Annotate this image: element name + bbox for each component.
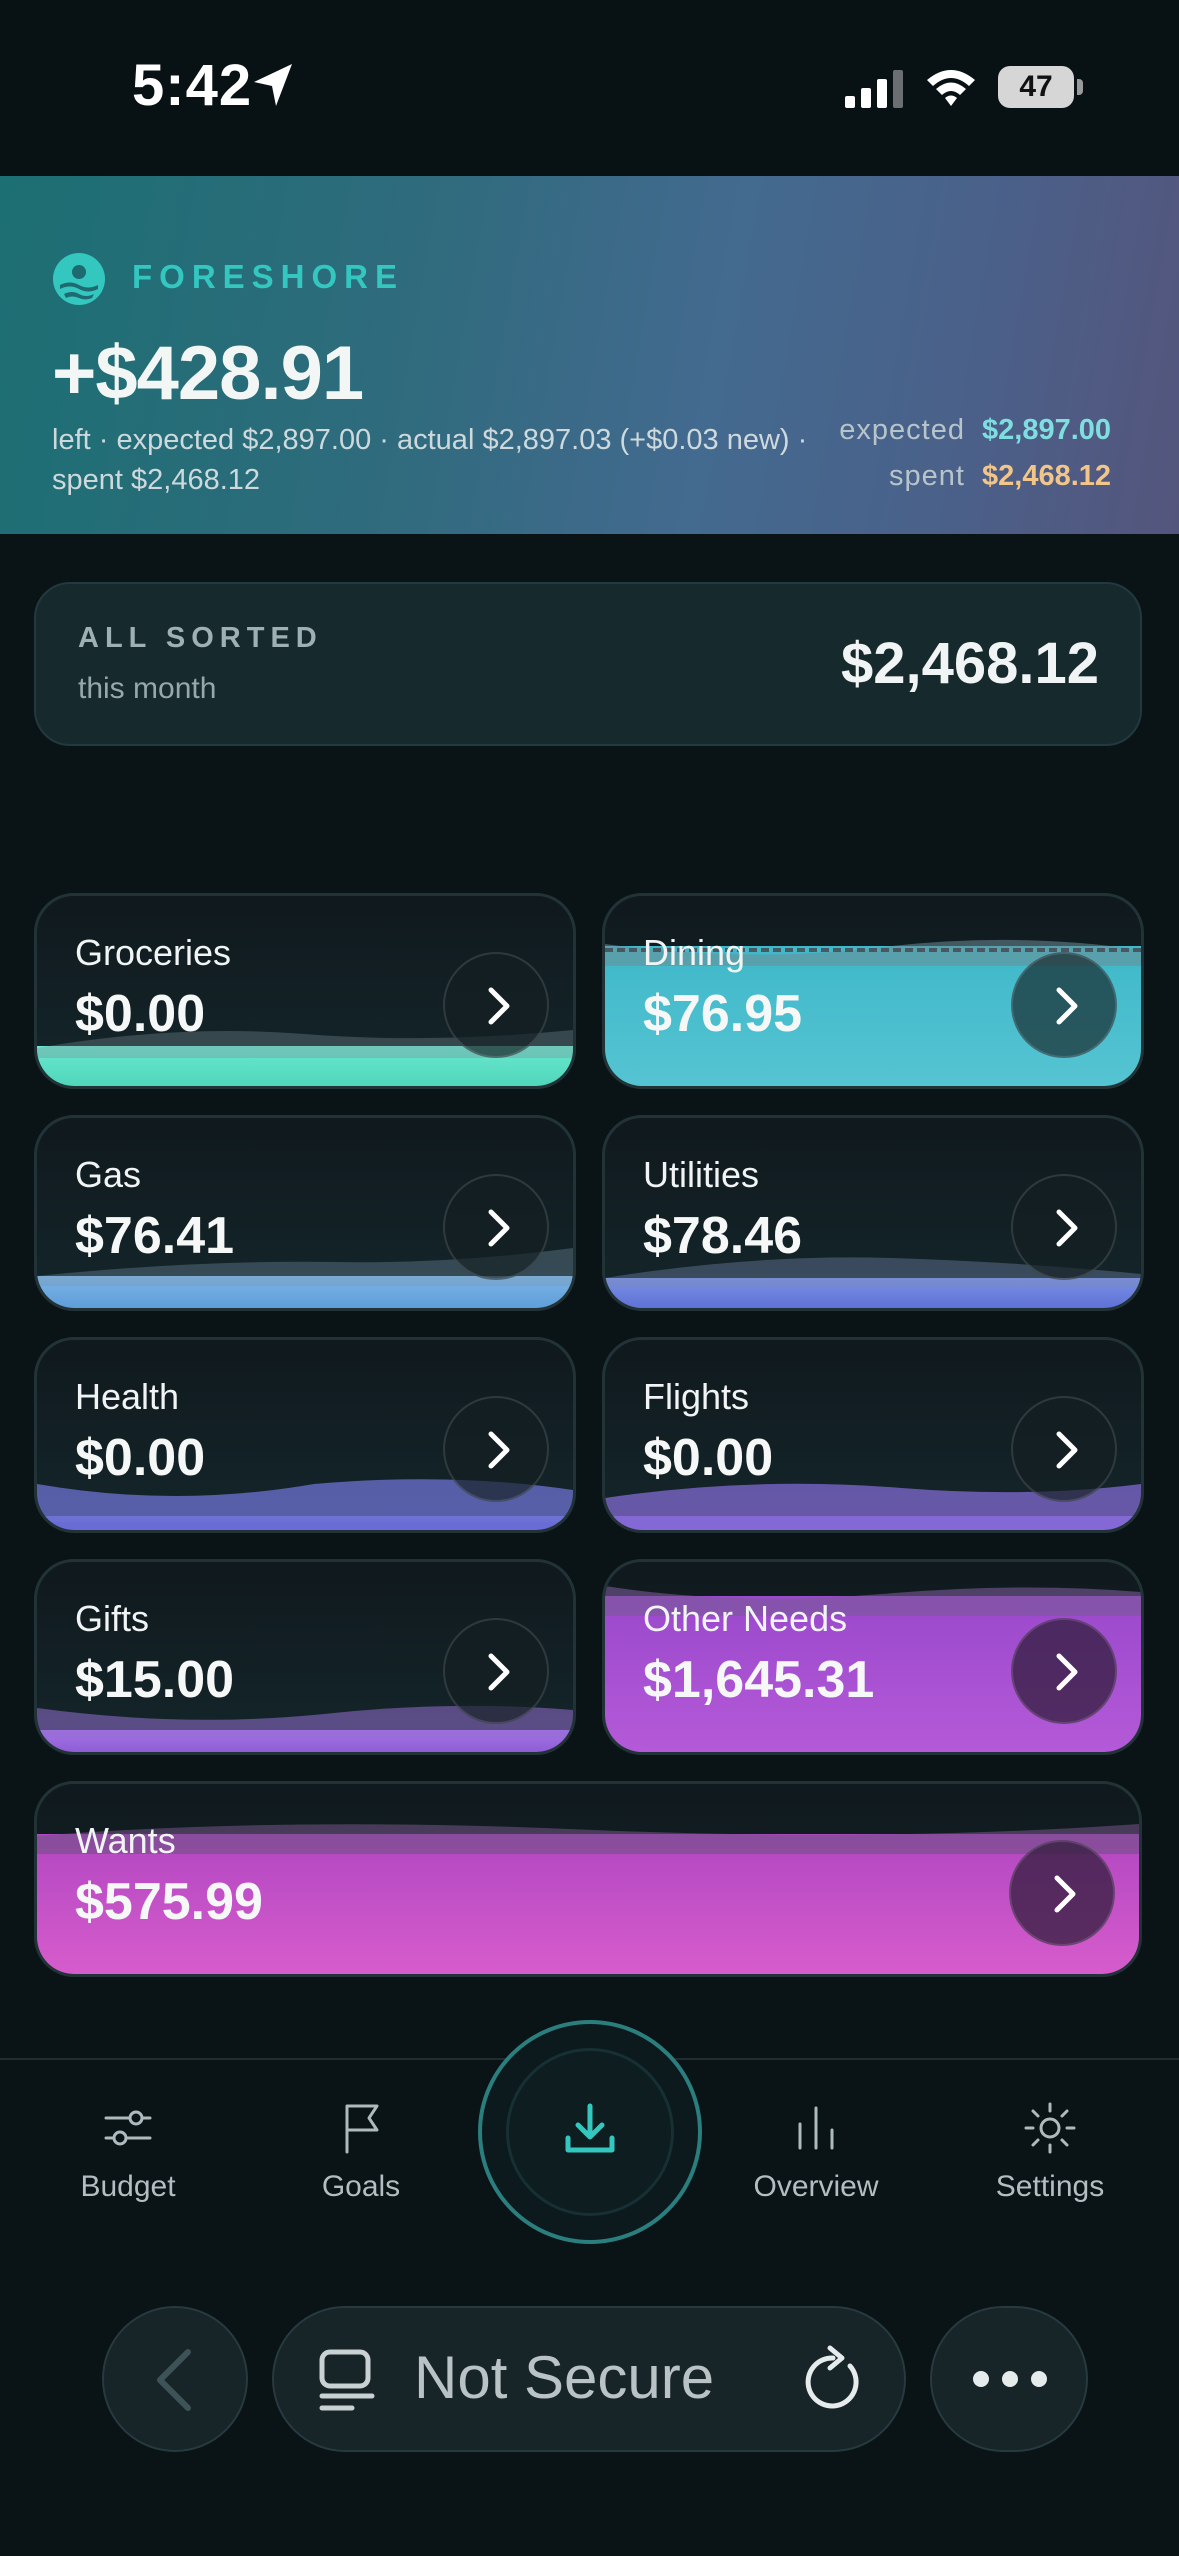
nav-overview-label: Overview [753,2170,879,2203]
cellular-signal-icon [845,70,903,108]
foreshore-logo-icon [53,253,105,305]
category-name: Groceries [75,932,232,973]
category-amount: $575.99 [75,1873,263,1931]
chevron-right-icon [488,1431,510,1469]
category-card-gas[interactable]: Gas $76.41 [34,1115,576,1311]
download-icon [565,2103,615,2153]
category-card-groceries[interactable]: Groceries $0.00 [34,893,576,1089]
category-name: Wants [75,1820,176,1861]
browser-more-button[interactable] [930,2306,1088,2452]
nav-overview[interactable]: Overview [726,2100,906,2204]
brand-name: FORESHORE [132,258,405,295]
category-card-health[interactable]: Health $0.00 [34,1337,576,1533]
category-amount: $0.00 [75,985,206,1043]
chevron-right-icon [488,1653,510,1691]
wifi-icon [927,70,975,106]
more-dots-icon [973,2371,1047,2387]
category-amount: $76.41 [75,1207,235,1265]
all-sorted-title: ALL SORTED [78,622,323,654]
chevron-right-icon [1054,1875,1076,1913]
balance-summary: left · expected $2,897.00 · actual $2,89… [52,424,808,496]
category-name: Gifts [75,1598,150,1639]
open-category-button[interactable] [1011,1396,1117,1502]
all-sorted-amount: $2,468.12 [840,631,1099,696]
category-name: Dining [643,932,746,973]
chevron-right-icon [1056,1653,1078,1691]
category-amount: $78.46 [643,1207,803,1265]
open-category-button[interactable] [443,1396,549,1502]
spent-value: $2,468.12 [982,460,1112,492]
category-card-other-needs[interactable]: Other Needs $1,645.31 [602,1559,1144,1755]
category-amount: $0.00 [643,1429,774,1487]
open-category-button[interactable] [443,1618,549,1724]
nav-goals[interactable]: Goals [271,2100,451,2204]
open-category-button[interactable] [1011,1618,1117,1724]
chevron-right-icon [1056,1431,1078,1469]
category-name: Health [75,1376,180,1417]
nav-goals-label: Goals [321,2170,401,2203]
category-amount: $1,645.31 [643,1651,875,1709]
page-menu-icon [319,2349,375,2411]
nav-budget-label: Budget [80,2170,176,2203]
spent-label: spent [889,460,965,492]
battery-icon: 47 [998,66,1084,108]
category-amount: $76.95 [643,985,803,1043]
category-name: Other Needs [643,1598,848,1639]
category-card-dining[interactable]: Dining $76.95 [602,893,1144,1089]
reload-icon[interactable] [800,2344,866,2414]
sliders-icon [104,2110,152,2146]
category-name: Utilities [643,1154,760,1195]
bar-chart-icon [798,2106,834,2150]
battery-level: 47 [998,66,1074,108]
chevron-right-icon [488,1209,510,1247]
open-category-button[interactable] [1011,1174,1117,1280]
open-category-button[interactable] [1011,952,1117,1058]
expected-label: expected [839,414,965,446]
category-card-flights[interactable]: Flights $0.00 [602,1337,1144,1533]
chevron-right-icon [1056,987,1078,1025]
category-name: Flights [643,1376,750,1417]
category-name: Gas [75,1154,142,1195]
browser-url-text: Not Secure [414,2344,715,2411]
chevron-right-icon [1056,1209,1078,1247]
nav-settings-label: Settings [995,2170,1105,2203]
category-card-gifts[interactable]: Gifts $15.00 [34,1559,576,1755]
category-card-wants[interactable]: Wants $575.99 [34,1781,1142,1977]
all-sorted-subtitle: this month [78,672,217,705]
chevron-right-icon [488,987,510,1025]
nav-budget[interactable]: Budget [38,2100,218,2204]
balance-left: +$428.91 [52,331,364,416]
expected-value: $2,897.00 [982,414,1112,446]
flag-icon [345,2104,379,2154]
category-amount: $15.00 [75,1651,235,1709]
status-time: 5:42 [132,53,253,118]
sun-gear-icon [1024,2102,1076,2154]
category-card-utilities[interactable]: Utilities $78.46 [602,1115,1144,1311]
open-category-button[interactable] [1009,1840,1115,1946]
location-arrow-icon [254,64,292,106]
open-category-button[interactable] [443,1174,549,1280]
category-amount: $0.00 [75,1429,206,1487]
open-category-button[interactable] [443,952,549,1058]
chevron-left-icon [157,2349,191,2411]
nav-settings[interactable]: Settings [960,2100,1140,2204]
browser-back-button[interactable] [102,2306,248,2452]
